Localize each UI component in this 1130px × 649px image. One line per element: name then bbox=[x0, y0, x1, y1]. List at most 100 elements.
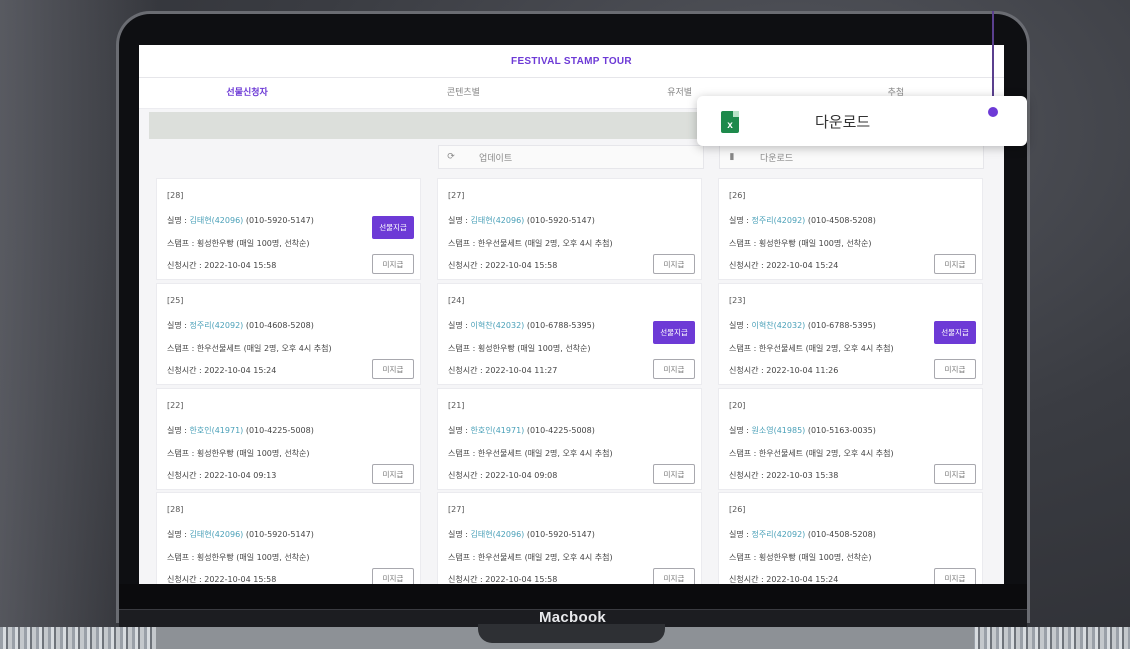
filter-bar[interactable] bbox=[149, 112, 709, 139]
time-label: 신청시간 : bbox=[167, 366, 205, 375]
stamp-value: 한우선물세트 (매일 2명, 오후 4시 추첨) bbox=[477, 239, 613, 248]
applicant-name[interactable]: 정주리(42092) bbox=[752, 530, 806, 539]
applicant-name[interactable]: 이혁찬(42032) bbox=[471, 321, 525, 330]
not-given-button[interactable]: 미지급 bbox=[372, 464, 414, 484]
time-label: 신청시간 : bbox=[448, 366, 486, 375]
applicant-phone: (010-4608-5208) bbox=[245, 321, 314, 330]
not-given-button[interactable]: 미지급 bbox=[934, 359, 976, 379]
time-label: 신청시간 : bbox=[448, 261, 486, 270]
applicant-name[interactable]: 원소영(41985) bbox=[752, 426, 806, 435]
give-gift-button[interactable]: 선물지급 bbox=[934, 321, 976, 344]
not-given-button[interactable]: 미지급 bbox=[934, 464, 976, 484]
card-stamp-row: 스탬프 : 한우선물세트 (매일 2명, 오후 4시 추첨) bbox=[729, 448, 894, 459]
give-gift-button[interactable]: 선물지급 bbox=[653, 321, 695, 344]
applicant-name[interactable]: 정주리(42092) bbox=[190, 321, 244, 330]
not-given-button[interactable]: 미지급 bbox=[372, 254, 414, 274]
time-value: 2022-10-04 15:58 bbox=[485, 261, 558, 270]
stamp-label: 스탬프 : bbox=[167, 553, 197, 562]
name-label: 실명 : bbox=[729, 216, 752, 225]
not-given-button[interactable]: 미지급 bbox=[934, 254, 976, 274]
applicant-name[interactable]: 한호인(41971) bbox=[471, 426, 525, 435]
time-value: 2022-10-04 11:26 bbox=[766, 366, 839, 375]
card-time-row: 신청시간 : 2022-10-04 15:58 bbox=[167, 574, 276, 584]
card-name-row: 실명 : 김태현(42096) (010-5920-5147) bbox=[448, 529, 595, 540]
applicant-card: [25] 실명 : 정주리(42092) (010-4608-5208) 스탬프 :… bbox=[156, 283, 421, 385]
time-label: 신청시간 : bbox=[729, 471, 767, 480]
card-name-row: 실명 : 김태현(42096) (010-5920-5147) bbox=[167, 215, 314, 226]
card-id: [26] bbox=[729, 505, 746, 514]
applicant-phone: (010-5920-5147) bbox=[526, 216, 595, 225]
applicant-card: [21] 실명 : 한호인(41971) (010-4225-5008) 스탬프 :… bbox=[437, 388, 702, 490]
applicant-phone: (010-5920-5147) bbox=[245, 530, 314, 539]
time-value: 2022-10-04 15:24 bbox=[766, 575, 839, 584]
stamp-label: 스탬프 : bbox=[448, 449, 478, 458]
applicant-card: [28] 실명 : 김태현(42096) (010-5920-5147) 스탬프 :… bbox=[156, 178, 421, 280]
card-stamp-row: 스탬프 : 한우선물세트 (매일 2명, 오후 4시 추첨) bbox=[448, 238, 613, 249]
time-value: 2022-10-04 09:13 bbox=[204, 471, 277, 480]
give-gift-button[interactable]: 선물지급 bbox=[372, 216, 414, 239]
time-label: 신청시간 : bbox=[448, 575, 486, 584]
applicant-name[interactable]: 김태현(42096) bbox=[190, 216, 244, 225]
update-button[interactable]: ⟳ 업데이트 bbox=[438, 145, 704, 169]
applicant-card: [22] 실명 : 한호인(41971) (010-4225-5008) 스탬프 :… bbox=[156, 388, 421, 490]
stamp-label: 스탬프 : bbox=[729, 344, 759, 353]
tab-by-content[interactable]: 콘텐츠별 bbox=[355, 78, 571, 108]
card-time-row: 신청시간 : 2022-10-04 15:24 bbox=[729, 260, 838, 271]
time-label: 신청시간 : bbox=[729, 366, 767, 375]
refresh-icon: ⟳ bbox=[447, 152, 455, 162]
applicant-card: [28] 실명 : 김태현(42096) (010-5920-5147) 스탬프 :… bbox=[156, 492, 421, 584]
download-button[interactable]: ▮ 다운로드 bbox=[719, 145, 984, 169]
card-stamp-row: 스탬프 : 한우선물세트 (매일 2명, 오후 4시 추첨) bbox=[167, 343, 332, 354]
card-time-row: 신청시간 : 2022-10-04 11:26 bbox=[729, 365, 838, 376]
stamp-value: 한우선물세트 (매일 2명, 오후 4시 추첨) bbox=[758, 344, 894, 353]
card-id: [20] bbox=[729, 401, 746, 410]
stamp-value: 한우선물세트 (매일 2명, 오후 4시 추첨) bbox=[196, 344, 332, 353]
laptop-bezel bbox=[119, 584, 1027, 610]
stamp-value: 횡성한우빵 (매일 100명, 선착순) bbox=[196, 553, 310, 562]
applicant-phone: (010-4225-5008) bbox=[526, 426, 595, 435]
card-stamp-row: 스탬프 : 횡성한우빵 (매일 100명, 선착순) bbox=[167, 238, 310, 249]
stamp-label: 스탬프 : bbox=[448, 553, 478, 562]
laptop-brand: Macbook bbox=[538, 609, 607, 626]
applicant-name[interactable]: 이혁찬(42032) bbox=[752, 321, 806, 330]
time-label: 신청시간 : bbox=[167, 575, 205, 584]
not-given-button[interactable]: 미지급 bbox=[653, 254, 695, 274]
laptop-notch bbox=[478, 624, 665, 643]
applicant-name[interactable]: 김태현(42096) bbox=[471, 216, 525, 225]
not-given-button[interactable]: 미지급 bbox=[372, 568, 414, 584]
card-id: [22] bbox=[167, 401, 184, 410]
stamp-value: 한우선물세트 (매일 2명, 오후 4시 추첨) bbox=[477, 553, 613, 562]
applicant-phone: (010-5920-5147) bbox=[245, 216, 314, 225]
applicant-name[interactable]: 한호인(41971) bbox=[190, 426, 244, 435]
popup-download-label: 다운로드 bbox=[815, 113, 871, 131]
card-stamp-row: 스탬프 : 횡성한우빵 (매일 100명, 선착순) bbox=[167, 448, 310, 459]
card-name-row: 실명 : 정주리(42092) (010-4508-5208) bbox=[729, 529, 876, 540]
stamp-value: 횡성한우빵 (매일 100명, 선착순) bbox=[196, 239, 310, 248]
not-given-button[interactable]: 미지급 bbox=[372, 359, 414, 379]
applicant-name[interactable]: 정주리(42092) bbox=[752, 216, 806, 225]
applicant-name[interactable]: 김태현(42096) bbox=[190, 530, 244, 539]
tab-gift-applicants[interactable]: 선물신청자 bbox=[139, 78, 355, 108]
card-time-row: 신청시간 : 2022-10-04 09:13 bbox=[167, 470, 276, 481]
card-time-row: 신청시간 : 2022-10-04 09:08 bbox=[448, 470, 557, 481]
stamp-label: 스탬프 : bbox=[729, 449, 759, 458]
card-time-row: 신청시간 : 2022-10-04 15:58 bbox=[448, 574, 557, 584]
download-popup[interactable]: x 다운로드 bbox=[697, 96, 1027, 146]
card-name-row: 실명 : 정주리(42092) (010-4608-5208) bbox=[167, 320, 314, 331]
stamp-value: 횡성한우빵 (매일 100명, 선착순) bbox=[758, 553, 872, 562]
not-given-button[interactable]: 미지급 bbox=[653, 568, 695, 584]
applicant-name[interactable]: 김태현(42096) bbox=[471, 530, 525, 539]
applicant-card: [27] 실명 : 김태현(42096) (010-5920-5147) 스탬프 :… bbox=[437, 178, 702, 280]
not-given-button[interactable]: 미지급 bbox=[934, 568, 976, 584]
name-label: 실명 : bbox=[729, 426, 752, 435]
not-given-button[interactable]: 미지급 bbox=[653, 359, 695, 379]
card-name-row: 실명 : 이혁찬(42032) (010-6788-5395) bbox=[729, 320, 876, 331]
card-id: [21] bbox=[448, 401, 465, 410]
name-label: 실명 : bbox=[167, 216, 190, 225]
app-header: FESTIVAL STAMP TOUR bbox=[139, 45, 1004, 78]
card-time-row: 신청시간 : 2022-10-04 15:58 bbox=[448, 260, 557, 271]
file-icon: ▮ bbox=[729, 152, 735, 162]
not-given-button[interactable]: 미지급 bbox=[653, 464, 695, 484]
applicant-card: [27] 실명 : 김태현(42096) (010-5920-5147) 스탬프 :… bbox=[437, 492, 702, 584]
time-value: 2022-10-04 15:24 bbox=[204, 366, 277, 375]
